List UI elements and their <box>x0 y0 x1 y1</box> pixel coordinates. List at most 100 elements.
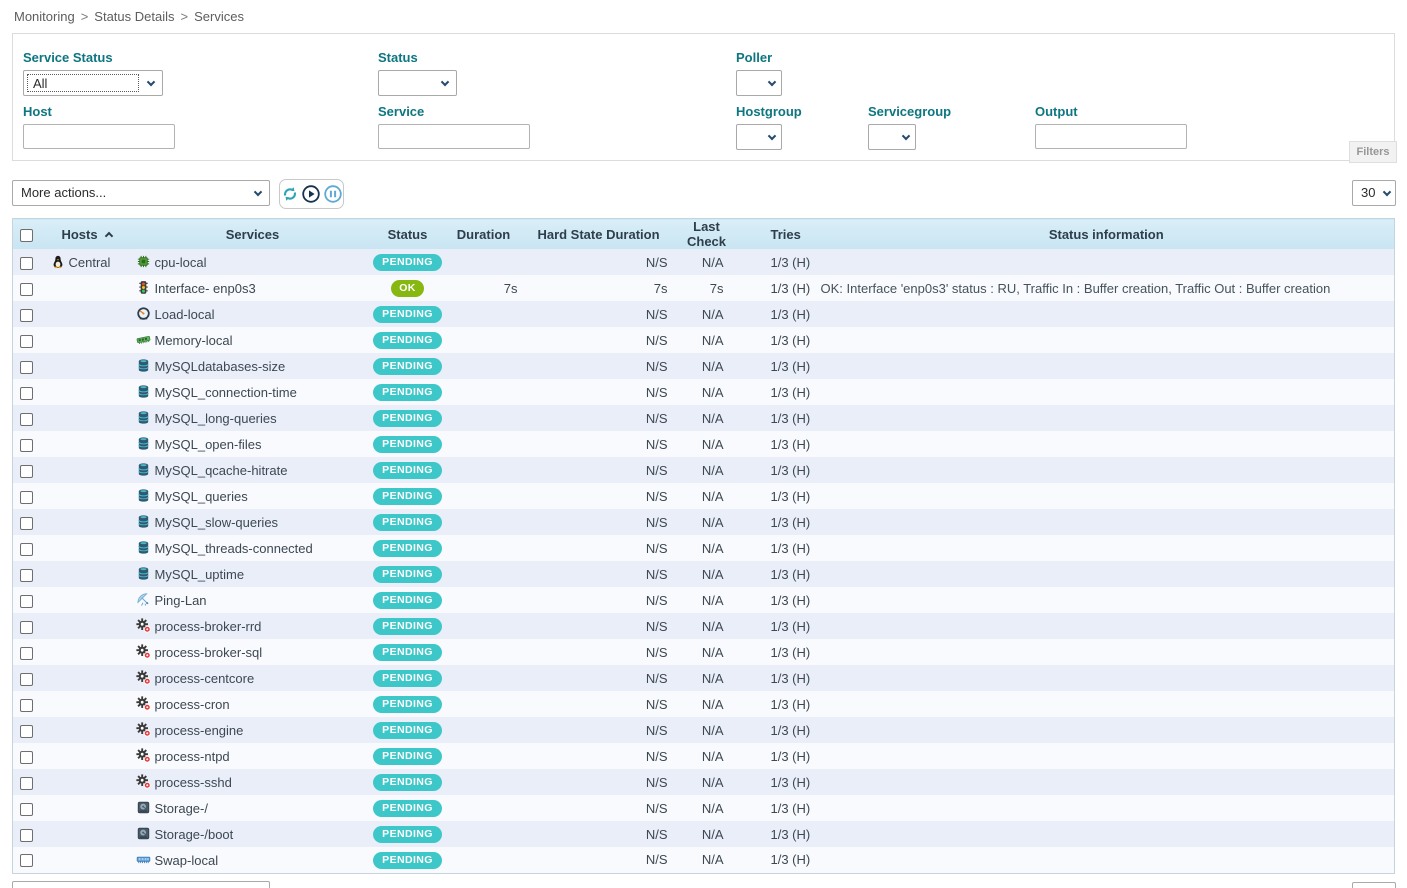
status-cell: OK <box>373 275 443 301</box>
header-hosts[interactable]: Hosts <box>41 219 133 250</box>
service-link[interactable]: Ping-Lan <box>155 593 207 608</box>
breadcrumb-status-details[interactable]: Status Details <box>94 9 174 24</box>
service-link[interactable]: process-sshd <box>155 775 232 790</box>
status-select[interactable] <box>378 70 457 96</box>
service-link[interactable]: process-broker-sql <box>155 645 263 660</box>
service-link[interactable]: MySQL_uptime <box>155 567 245 582</box>
service-link[interactable]: MySQL_slow-queries <box>155 515 279 530</box>
status-information-cell <box>819 431 1395 457</box>
service-link[interactable]: process-cron <box>155 697 230 712</box>
output-input[interactable] <box>1035 124 1187 149</box>
row-checkbox[interactable] <box>20 257 33 270</box>
service-link[interactable]: Load-local <box>155 307 215 322</box>
service-link[interactable]: Swap-local <box>155 853 219 868</box>
service-link[interactable]: Interface- enp0s3 <box>155 281 256 296</box>
service-cell: Storage-/boot <box>133 821 373 847</box>
poller-select[interactable] <box>736 70 782 96</box>
filters-tab[interactable]: Filters <box>1349 141 1397 163</box>
service-link[interactable]: MySQLdatabases-size <box>155 359 286 374</box>
service-link[interactable]: process-broker-rrd <box>155 619 262 634</box>
row-checkbox[interactable] <box>20 439 33 452</box>
header-hard-state-duration[interactable]: Hard State Duration <box>525 219 673 250</box>
row-checkbox[interactable] <box>20 803 33 816</box>
service-link[interactable]: process-engine <box>155 723 244 738</box>
service-link[interactable]: MySQL_long-queries <box>155 411 277 426</box>
service-link[interactable]: Storage-/boot <box>155 827 234 842</box>
host-input[interactable] <box>23 124 175 149</box>
row-checkbox[interactable] <box>20 283 33 296</box>
host-cell <box>41 275 133 301</box>
duration-cell <box>443 821 525 847</box>
chevron-down-icon <box>768 78 776 86</box>
header-services[interactable]: Services <box>133 219 373 250</box>
service-link[interactable]: MySQL_qcache-hitrate <box>155 463 288 478</box>
row-checkbox[interactable] <box>20 413 33 426</box>
service-link[interactable]: Storage-/ <box>155 801 208 816</box>
row-checkbox[interactable] <box>20 595 33 608</box>
header-last-check[interactable]: Last Check <box>673 219 741 250</box>
header-tries[interactable]: Tries <box>741 219 819 250</box>
service-link[interactable]: cpu-local <box>155 255 207 270</box>
breadcrumb-services[interactable]: Services <box>194 9 244 24</box>
select-all-checkbox[interactable] <box>20 229 33 242</box>
last-check-cell: N/A <box>673 587 741 613</box>
row-checkbox[interactable] <box>20 777 33 790</box>
more-actions-select[interactable]: More actions... <box>12 180 270 206</box>
table-row: process-engine PENDING N/S N/A 1/3 (H) <box>13 717 1395 743</box>
row-checkbox-cell <box>13 561 41 587</box>
service-link[interactable]: MySQL_threads-connected <box>155 541 313 556</box>
row-checkbox[interactable] <box>20 543 33 556</box>
page-size-select-bottom[interactable] <box>1352 882 1396 888</box>
row-checkbox[interactable] <box>20 309 33 322</box>
service-link[interactable]: Memory-local <box>155 333 233 348</box>
page-size-select[interactable]: 30 <box>1352 180 1396 206</box>
row-checkbox[interactable] <box>20 361 33 374</box>
row-checkbox[interactable] <box>20 491 33 504</box>
service-link[interactable]: process-centcore <box>155 671 255 686</box>
service-link[interactable]: MySQL_queries <box>155 489 248 504</box>
row-checkbox[interactable] <box>20 647 33 660</box>
row-checkbox[interactable] <box>20 621 33 634</box>
header-status[interactable]: Status <box>373 219 443 250</box>
service-icon <box>136 540 151 555</box>
row-checkbox[interactable] <box>20 751 33 764</box>
hard-state-duration-cell: N/S <box>525 717 673 743</box>
service-link[interactable]: MySQL_open-files <box>155 437 262 452</box>
refresh-icon[interactable] <box>280 184 300 205</box>
header-duration[interactable]: Duration <box>443 219 525 250</box>
tries-cell: 1/3 (H) <box>741 379 819 405</box>
more-actions-select-bottom[interactable] <box>12 881 270 888</box>
row-checkbox[interactable] <box>20 465 33 478</box>
row-checkbox[interactable] <box>20 699 33 712</box>
status-information-cell <box>819 665 1395 691</box>
row-checkbox[interactable] <box>20 569 33 582</box>
row-checkbox[interactable] <box>20 335 33 348</box>
service-link[interactable]: MySQL_connection-time <box>155 385 297 400</box>
pause-icon[interactable] <box>323 184 343 205</box>
play-icon[interactable] <box>301 184 321 205</box>
status-cell: PENDING <box>373 743 443 769</box>
row-checkbox-cell <box>13 743 41 769</box>
duration-cell <box>443 483 525 509</box>
service-input[interactable] <box>378 124 530 149</box>
tries-cell: 1/3 (H) <box>741 769 819 795</box>
breadcrumb-monitoring[interactable]: Monitoring <box>14 9 75 24</box>
row-checkbox[interactable] <box>20 673 33 686</box>
hostgroup-select[interactable] <box>736 124 782 150</box>
service-status-select[interactable]: All <box>23 70 163 96</box>
servicegroup-select[interactable] <box>868 124 916 150</box>
table-row: Interface- enp0s3 OK 7s 7s 7s 1/3 (H) OK… <box>13 275 1395 301</box>
row-checkbox[interactable] <box>20 829 33 842</box>
status-badge: PENDING <box>373 410 442 427</box>
service-link[interactable]: process-ntpd <box>155 749 230 764</box>
service-icon <box>136 514 151 529</box>
status-badge: PENDING <box>373 722 442 739</box>
header-status-information[interactable]: Status information <box>819 219 1395 250</box>
row-checkbox[interactable] <box>20 517 33 530</box>
row-checkbox[interactable] <box>20 725 33 738</box>
breadcrumb-separator: > <box>181 9 189 24</box>
duration-cell <box>443 535 525 561</box>
row-checkbox[interactable] <box>20 854 33 867</box>
host-link[interactable]: Central <box>69 255 111 270</box>
row-checkbox[interactable] <box>20 387 33 400</box>
